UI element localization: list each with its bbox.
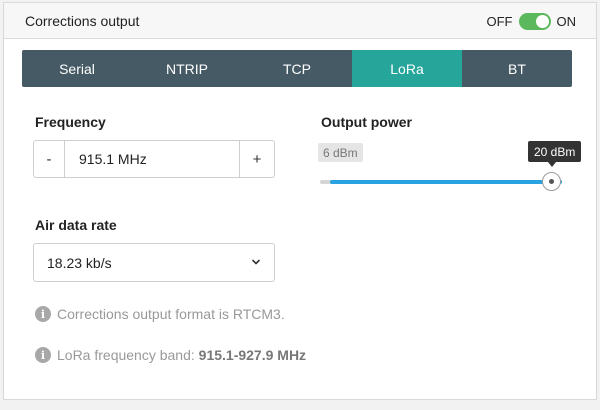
output-toggle-switch[interactable] [518,12,551,30]
air-data-rate-select[interactable]: 18.23 kb/s [33,243,275,282]
frequency-increment-button[interactable]: + [239,141,274,177]
toggle-knob [535,14,549,28]
frequency-label: Frequency [35,114,106,130]
tab-tcp[interactable]: TCP [242,50,352,87]
panel-header: Corrections output OFF ON [4,3,596,39]
output-power-slider-fill [330,180,562,184]
toggle-off-label: OFF [486,13,513,29]
output-power-label: Output power [321,114,412,130]
frequency-stepper: - 915.1 MHz + [33,140,275,178]
format-info: i Corrections output format is RTCM3. [35,306,285,322]
tab-ntrip[interactable]: NTRIP [132,50,242,87]
band-info-prefix: LoRa frequency band: [57,347,195,363]
air-data-rate-label: Air data rate [35,217,117,233]
band-info: i LoRa frequency band: 915.1-927.9 MHz [35,347,306,363]
band-info-value: 915.1-927.9 MHz [198,347,307,363]
tooltip-arrow [548,162,556,167]
power-value-tooltip: 20 dBm [528,141,582,162]
tab-bt[interactable]: BT [462,50,572,87]
frequency-decrement-button[interactable]: - [34,141,65,177]
info-icon: i [35,306,51,322]
format-info-text: Corrections output format is RTCM3. [57,306,285,322]
chevron-down-icon [252,259,260,265]
tab-serial[interactable]: Serial [22,50,132,87]
output-power-slider-track[interactable] [320,180,562,184]
slider-thumb-dot [549,179,554,184]
output-type-tabs: Serial NTRIP TCP LoRa BT [22,50,572,87]
air-data-rate-value: 18.23 kb/s [47,254,112,271]
power-min-label: 6 dBm [318,143,363,162]
frequency-input[interactable]: 915.1 MHz [65,141,239,177]
output-toggle-group: OFF ON [486,11,577,31]
panel-title: Corrections output [25,13,140,29]
toggle-on-label: ON [556,13,577,29]
tab-lora[interactable]: LoRa [352,50,462,87]
output-power-slider-thumb[interactable] [542,172,561,191]
info-icon: i [35,347,51,363]
